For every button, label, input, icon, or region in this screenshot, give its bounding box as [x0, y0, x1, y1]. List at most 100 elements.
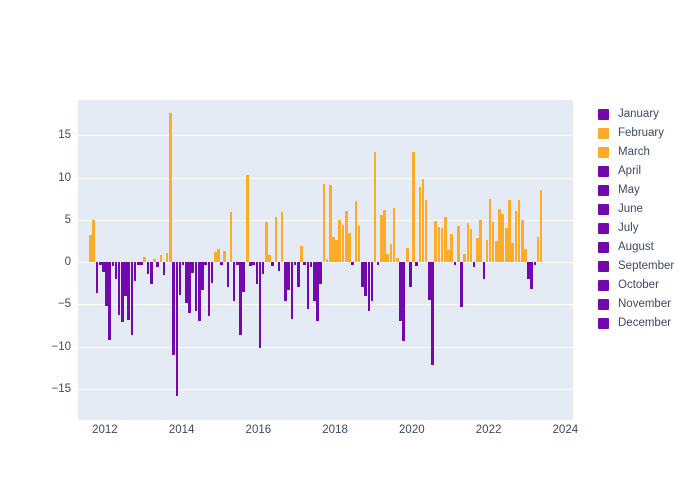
- bar[interactable]: [159, 255, 163, 263]
- bar[interactable]: [88, 235, 92, 263]
- bar[interactable]: [491, 221, 495, 263]
- legend-swatch-icon: [598, 185, 609, 196]
- bar[interactable]: [287, 262, 290, 290]
- legend-item-april[interactable]: April: [598, 162, 698, 181]
- bar[interactable]: [232, 262, 236, 301]
- bar[interactable]: [261, 262, 265, 274]
- bar[interactable]: [172, 262, 175, 355]
- bar[interactable]: [392, 208, 396, 263]
- bar[interactable]: [204, 262, 207, 266]
- bar[interactable]: [248, 262, 252, 267]
- bar[interactable]: [268, 254, 271, 263]
- bar[interactable]: [440, 228, 444, 263]
- bar[interactable]: [226, 262, 230, 288]
- bar[interactable]: [229, 212, 233, 263]
- bar[interactable]: [325, 258, 329, 263]
- bar[interactable]: [274, 216, 278, 263]
- bar[interactable]: [201, 262, 204, 290]
- legend-item-august[interactable]: August: [598, 238, 698, 257]
- legend-item-february[interactable]: February: [598, 124, 698, 143]
- bar[interactable]: [146, 262, 150, 274]
- bar[interactable]: [524, 248, 527, 263]
- bar[interactable]: [424, 200, 428, 263]
- bar[interactable]: [300, 246, 303, 263]
- bar[interactable]: [306, 262, 310, 309]
- bar[interactable]: [517, 199, 521, 263]
- legend-item-january[interactable]: January: [598, 105, 698, 124]
- bar[interactable]: [309, 262, 313, 268]
- legend-item-september[interactable]: September: [598, 257, 698, 276]
- bar[interactable]: [482, 262, 486, 279]
- bar[interactable]: [149, 262, 153, 285]
- legend-item-july[interactable]: July: [598, 219, 698, 238]
- bar[interactable]: [178, 262, 182, 296]
- bar[interactable]: [140, 262, 143, 266]
- bar[interactable]: [217, 248, 220, 263]
- bar[interactable]: [357, 225, 361, 263]
- bar[interactable]: [463, 253, 466, 263]
- bar[interactable]: [370, 262, 374, 301]
- bar[interactable]: [258, 262, 262, 349]
- bar[interactable]: [405, 247, 409, 263]
- bar[interactable]: [133, 262, 137, 281]
- bar[interactable]: [165, 252, 169, 263]
- bar[interactable]: [434, 220, 437, 263]
- bar[interactable]: [347, 233, 351, 263]
- legend-item-march[interactable]: March: [598, 143, 698, 162]
- bar[interactable]: [415, 262, 418, 267]
- bar[interactable]: [290, 262, 294, 319]
- bar[interactable]: [271, 262, 274, 267]
- bar[interactable]: [530, 262, 533, 290]
- bar[interactable]: [386, 253, 389, 263]
- bar[interactable]: [117, 262, 121, 316]
- bar[interactable]: [210, 262, 214, 284]
- bar[interactable]: [469, 229, 473, 263]
- bar[interactable]: [338, 219, 341, 263]
- bar[interactable]: [245, 175, 249, 263]
- bar[interactable]: [108, 262, 111, 340]
- bar[interactable]: [296, 262, 300, 288]
- bar[interactable]: [95, 262, 99, 293]
- legend-item-october[interactable]: October: [598, 276, 698, 295]
- legend-item-label: June: [618, 203, 643, 215]
- bar[interactable]: [472, 262, 476, 268]
- bar[interactable]: [533, 262, 537, 266]
- bar[interactable]: [431, 262, 434, 366]
- bar[interactable]: [409, 262, 412, 288]
- bar[interactable]: [364, 262, 367, 296]
- bar[interactable]: [511, 242, 514, 263]
- legend-swatch-icon: [598, 223, 609, 234]
- bar[interactable]: [539, 190, 543, 263]
- bar[interactable]: [319, 262, 322, 285]
- bar[interactable]: [460, 262, 463, 307]
- bar[interactable]: [184, 262, 188, 303]
- bar[interactable]: [169, 112, 172, 263]
- bar[interactable]: [220, 262, 223, 266]
- bar[interactable]: [242, 262, 246, 292]
- bar[interactable]: [277, 262, 281, 271]
- bar[interactable]: [402, 262, 406, 342]
- bar[interactable]: [479, 219, 482, 263]
- bar[interactable]: [92, 219, 96, 263]
- bar[interactable]: [156, 262, 159, 268]
- bar[interactable]: [373, 152, 377, 263]
- bar[interactable]: [127, 262, 130, 320]
- bar[interactable]: [162, 262, 166, 275]
- bar[interactable]: [412, 151, 415, 263]
- bar[interactable]: [456, 225, 460, 263]
- legend-item-may[interactable]: May: [598, 181, 698, 200]
- bar[interactable]: [395, 257, 399, 263]
- legend-item-november[interactable]: November: [598, 295, 698, 314]
- bar[interactable]: [450, 234, 454, 263]
- bar[interactable]: [194, 262, 198, 312]
- bar[interactable]: [453, 262, 457, 266]
- bar[interactable]: [322, 183, 326, 263]
- bar[interactable]: [501, 213, 505, 263]
- legend-item-june[interactable]: June: [598, 200, 698, 219]
- y-axis-tick-label: 0: [64, 256, 71, 269]
- bar[interactable]: [280, 212, 284, 263]
- bar[interactable]: [351, 262, 355, 265]
- legend-item-december[interactable]: December: [598, 314, 698, 333]
- bar[interactable]: [376, 262, 380, 265]
- bar[interactable]: [223, 251, 226, 263]
